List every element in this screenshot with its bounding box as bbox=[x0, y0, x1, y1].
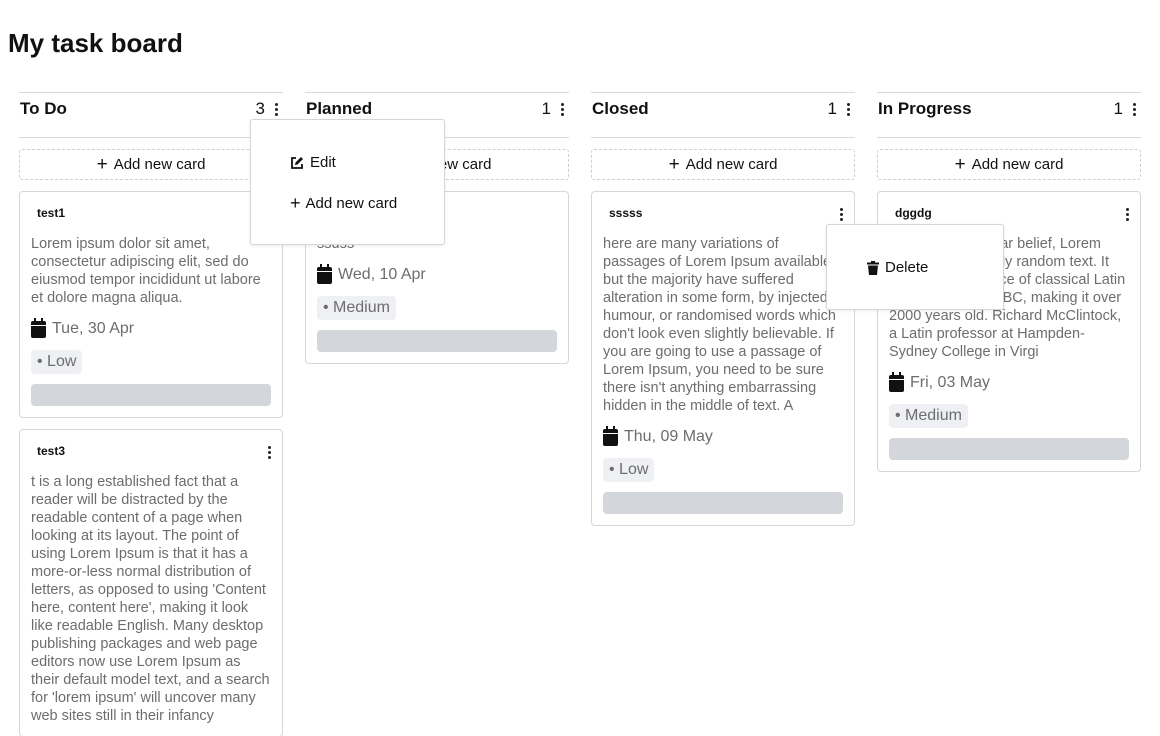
priority-badge: • Medium bbox=[317, 296, 396, 320]
card-description: Lorem ipsum dolor sit amet, consectetur … bbox=[31, 236, 261, 306]
card-due-date: Thu, 09 May bbox=[603, 425, 843, 448]
card-date-text: Thu, 09 May bbox=[624, 428, 713, 445]
column-header: To Do 3 bbox=[19, 92, 283, 138]
column-title: To Do bbox=[20, 99, 67, 118]
card-description: here are many variations of passages of … bbox=[603, 236, 836, 414]
priority-badge: • Low bbox=[603, 458, 655, 482]
plus-icon: + bbox=[96, 154, 108, 175]
column-menu-icon[interactable] bbox=[555, 100, 569, 118]
task-card[interactable]: test3 t is a long established fact that … bbox=[19, 429, 283, 736]
menu-item-add-card[interactable]: + Add new card bbox=[290, 194, 397, 212]
calendar-icon bbox=[317, 263, 332, 284]
edit-icon bbox=[291, 156, 303, 169]
add-card-button[interactable]: + Add new card bbox=[877, 149, 1141, 180]
card-date-text: Wed, 10 Apr bbox=[338, 266, 426, 283]
column-header: In Progress 1 bbox=[877, 92, 1141, 138]
card-menu-icon[interactable] bbox=[834, 205, 848, 223]
menu-item-label: Delete bbox=[885, 259, 929, 276]
column-header: Closed 1 bbox=[591, 92, 855, 138]
column-title: Planned bbox=[306, 99, 373, 118]
card-progress-bar bbox=[889, 438, 1129, 460]
task-card[interactable]: sssss here are many variations of passag… bbox=[591, 191, 855, 526]
menu-item-edit[interactable]: Edit bbox=[290, 154, 336, 171]
plus-icon: + bbox=[668, 154, 680, 175]
menu-item-label: Edit bbox=[310, 154, 336, 171]
plus-icon: + bbox=[290, 193, 301, 213]
column-count: 3 bbox=[255, 99, 265, 118]
trash-icon bbox=[867, 260, 879, 275]
add-card-label: Add new card bbox=[971, 156, 1064, 173]
card-description: t is a long established fact that a read… bbox=[31, 474, 270, 724]
column-menu-icon[interactable] bbox=[269, 100, 283, 118]
calendar-icon bbox=[889, 371, 904, 392]
card-title: test1 bbox=[37, 206, 66, 220]
plus-icon: + bbox=[954, 154, 966, 175]
menu-item-label: Add new card bbox=[305, 194, 398, 212]
column-count: 1 bbox=[541, 99, 551, 118]
page-title: My task board bbox=[8, 28, 183, 58]
priority-badge: • Medium bbox=[889, 404, 968, 428]
card-due-date: Tue, 30 Apr bbox=[31, 317, 271, 340]
column-title: Closed bbox=[592, 99, 649, 118]
card-progress-bar bbox=[603, 492, 843, 514]
card-progress-bar bbox=[31, 384, 271, 406]
add-card-label: Add new card bbox=[113, 156, 206, 173]
card-due-date: Wed, 10 Apr bbox=[317, 263, 557, 286]
column-title: In Progress bbox=[878, 99, 972, 118]
column-count: 1 bbox=[827, 99, 837, 118]
calendar-icon bbox=[31, 317, 46, 338]
column-todo: To Do 3 + Add new card test1 Lorem ipsum… bbox=[19, 92, 283, 736]
menu-item-delete[interactable]: Delete bbox=[867, 259, 928, 276]
task-card[interactable]: test1 Lorem ipsum dolor sit amet, consec… bbox=[19, 191, 283, 418]
add-card-button[interactable]: + Add new card bbox=[591, 149, 855, 180]
card-due-date: Fri, 03 May bbox=[889, 371, 1129, 394]
column-count: 1 bbox=[1113, 99, 1123, 118]
card-title: test3 bbox=[37, 444, 66, 458]
add-card-label: Add new card bbox=[685, 156, 778, 173]
column-closed: Closed 1 + Add new card sssss here are m… bbox=[591, 92, 855, 526]
card-date-text: Tue, 30 Apr bbox=[52, 320, 135, 337]
add-card-button[interactable]: + Add new card bbox=[19, 149, 283, 180]
card-date-text: Fri, 03 May bbox=[910, 374, 991, 391]
column-menu-icon[interactable] bbox=[841, 100, 855, 118]
card-title: dggdg bbox=[895, 206, 932, 220]
card-menu-icon[interactable] bbox=[262, 443, 276, 461]
card-progress-bar bbox=[317, 330, 557, 352]
card-title: sssss bbox=[609, 206, 643, 220]
card-dropdown-menu: Delete bbox=[826, 224, 1004, 310]
priority-badge: • Low bbox=[31, 350, 83, 374]
column-menu-icon[interactable] bbox=[1127, 100, 1141, 118]
calendar-icon bbox=[603, 425, 618, 446]
column-dropdown-menu: Edit + Add new card bbox=[250, 119, 445, 245]
card-menu-icon[interactable] bbox=[1120, 205, 1134, 223]
